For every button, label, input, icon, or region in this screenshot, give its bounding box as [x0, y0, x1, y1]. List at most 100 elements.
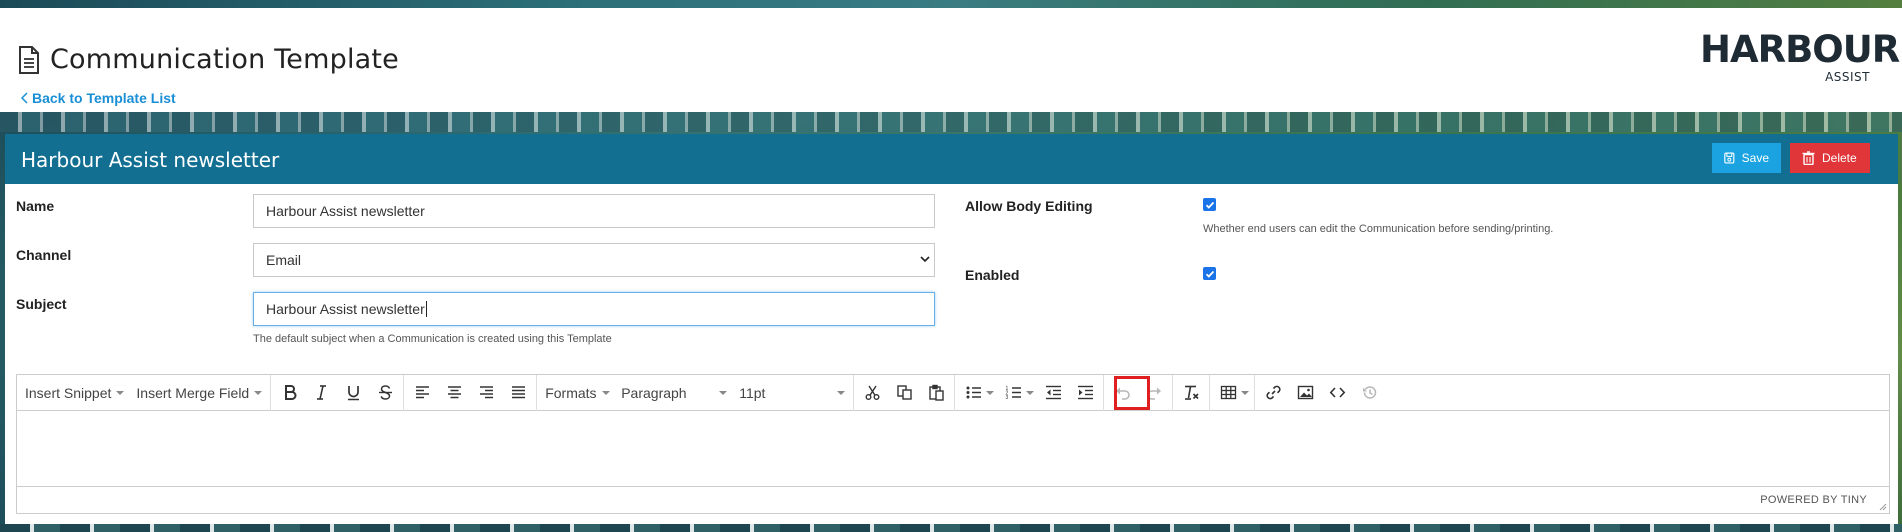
align-center-button[interactable] [438, 379, 470, 407]
name-label: Name [16, 198, 55, 214]
table-group [1210, 374, 1256, 411]
chevron-down-icon [920, 256, 930, 263]
channel-label: Channel [16, 247, 72, 263]
name-value: Harbour Assist newsletter [266, 203, 425, 219]
history-button[interactable] [1353, 379, 1385, 407]
redo-button[interactable] [1138, 379, 1170, 407]
powered-by-tiny-label[interactable]: POWERED BY TINY [1760, 494, 1867, 506]
numbered-list-button[interactable]: 123 [997, 379, 1037, 407]
indent-icon [1077, 385, 1093, 400]
logo-subtext: ASSIST [1825, 70, 1870, 84]
insert-snippet-label: Insert Snippet [25, 384, 112, 401]
caret-down-icon [601, 390, 610, 395]
link-icon [1266, 385, 1281, 400]
save-label: Save [1741, 151, 1769, 165]
clipboard-group [854, 374, 956, 411]
resize-handle-icon[interactable] [1879, 503, 1887, 511]
text-style-group [271, 374, 405, 411]
allow-body-editing-help: Whether end users can edit the Communica… [1203, 223, 1554, 235]
delete-button[interactable]: Delete [1790, 143, 1870, 173]
bullet-list-button[interactable] [957, 379, 997, 407]
insert-merge-field-label: Insert Merge Field [136, 384, 250, 401]
caret-down-icon [254, 390, 263, 395]
justify-button[interactable] [502, 379, 534, 407]
page-title-text: Communication Template [50, 44, 399, 75]
indent-button[interactable] [1069, 379, 1101, 407]
insert-snippet-dropdown[interactable]: Insert Snippet [19, 379, 130, 407]
strikethrough-icon [378, 385, 392, 400]
background-bottom [0, 524, 1902, 532]
page-title: Communication Template [18, 44, 399, 75]
paste-button[interactable] [920, 379, 952, 407]
editor-statusbar: POWERED BY TINY [17, 486, 1889, 513]
editor-content-area[interactable] [17, 411, 1889, 485]
save-icon [1724, 152, 1735, 164]
save-button[interactable]: Save [1712, 143, 1781, 173]
table-button[interactable] [1212, 379, 1252, 407]
insert-group: Insert Snippet Insert Merge Field [17, 374, 272, 411]
background-marina [0, 112, 1902, 132]
copy-button[interactable] [888, 379, 920, 407]
undo-icon [1115, 387, 1130, 400]
document-icon [19, 45, 39, 74]
clear-formatting-button[interactable] [1175, 379, 1207, 407]
page-header: Communication Template Back to Template … [0, 8, 1902, 112]
align-left-button[interactable] [406, 379, 438, 407]
clear-formatting-icon [1184, 385, 1199, 400]
insert-merge-field-dropdown[interactable]: Insert Merge Field [130, 379, 268, 407]
italic-button[interactable] [305, 379, 337, 407]
outdent-icon [1045, 385, 1061, 400]
insert-media-group [1255, 375, 1387, 411]
enabled-label: Enabled [965, 267, 1020, 283]
editor-toolbar: Insert Snippet Insert Merge Field Format… [17, 374, 1889, 411]
delete-label: Delete [1822, 151, 1857, 165]
insert-link-button[interactable] [1257, 379, 1289, 407]
text-caret [425, 301, 427, 317]
cut-button[interactable] [856, 379, 888, 407]
checkmark-icon [1205, 270, 1214, 278]
harbour-assist-logo: HARBOUR ASSIST [1700, 28, 1900, 84]
image-icon [1297, 385, 1313, 400]
formats-dropdown[interactable]: Formats [539, 379, 615, 407]
undo-button[interactable] [1106, 379, 1138, 407]
svg-text:3: 3 [1005, 395, 1008, 401]
bullet-list-icon [966, 386, 981, 399]
name-input[interactable]: Harbour Assist newsletter [253, 194, 935, 228]
caret-down-icon [719, 390, 728, 395]
paragraph-dropdown[interactable]: Paragraph [615, 379, 733, 407]
allow-body-editing-label: Allow Body Editing [965, 198, 1093, 214]
back-to-template-list-link[interactable]: Back to Template List [20, 90, 176, 106]
list-group: 123 [955, 374, 1105, 411]
align-right-icon [479, 386, 493, 399]
copy-icon [897, 385, 912, 400]
font-size-dropdown[interactable]: 11pt [733, 379, 851, 407]
source-code-button[interactable] [1321, 379, 1353, 407]
back-link-label: Back to Template List [32, 90, 176, 106]
insert-image-button[interactable] [1289, 379, 1321, 407]
align-center-icon [447, 386, 461, 399]
font-size-label: 11pt [739, 384, 766, 401]
caret-down-icon [986, 390, 995, 395]
bold-button[interactable] [273, 379, 305, 407]
card-title: Harbour Assist newsletter [21, 148, 280, 172]
italic-icon [316, 385, 326, 400]
channel-select[interactable]: Email [253, 243, 935, 277]
caret-down-icon [1241, 390, 1250, 395]
allow-body-editing-checkbox[interactable] [1203, 198, 1216, 211]
channel-value: Email [266, 252, 302, 268]
clear-format-group [1173, 374, 1211, 411]
card-header: Harbour Assist newsletter Save Delete [5, 134, 1898, 184]
checkmark-icon [1205, 201, 1214, 209]
subject-input[interactable]: Harbour Assist newsletter [253, 292, 935, 326]
underline-button[interactable] [337, 379, 369, 407]
align-right-button[interactable] [470, 379, 502, 407]
redo-icon [1146, 387, 1161, 400]
underline-icon [347, 386, 359, 401]
strikethrough-button[interactable] [369, 379, 401, 407]
template-form-card: Harbour Assist newsletter Save Delete Na… [5, 134, 1898, 524]
code-icon [1329, 387, 1346, 398]
enabled-checkbox[interactable] [1203, 267, 1216, 280]
subject-label: Subject [16, 296, 67, 312]
format-group: Formats Paragraph 11pt [537, 374, 855, 411]
outdent-button[interactable] [1037, 379, 1069, 407]
